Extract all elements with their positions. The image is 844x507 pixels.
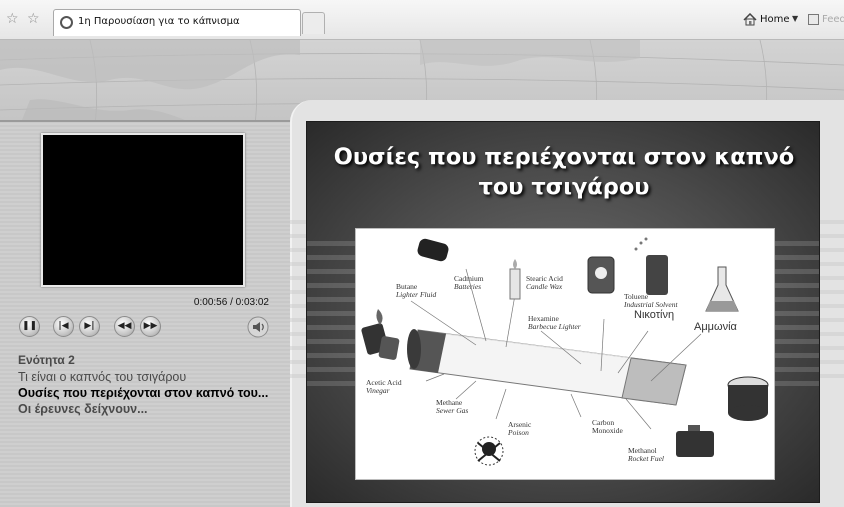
feeds-icon[interactable] [808,14,819,25]
label-ammonia: Αμμωνία [694,321,737,333]
slide-title: Ουσίες που περιέχονται στον καπνό του τσ… [333,144,795,200]
nav-item-what-is-smoke[interactable]: Τι είναι ο καπνός του τσιγάρου [18,370,186,384]
candle-icon [509,259,521,300]
label-toluene: Toluene Industrial Solvent [624,292,678,309]
label-butane: Butane Lighter Fluid [396,282,437,299]
add-favorites-icon[interactable]: ☆ [27,12,40,26]
label-cadmium: Cadmium Batteries [454,274,484,291]
next-button[interactable]: ▶| [79,316,100,337]
browser-window: ☆ ☆ 1η Παρουσίαση για το κάπνισμα Home ▼… [0,0,844,507]
favorites-star-icon[interactable]: ☆ [6,12,19,26]
fuel-can-icon [676,425,714,457]
browser-toolbar: ☆ ☆ 1η Παρουσίαση για το κάπνισμα Home ▼… [0,0,844,40]
fast-forward-button[interactable]: ▶▶ [140,316,161,337]
nav-item-substances[interactable]: Ουσίες που περιέχονται στον καπνό του... [18,386,288,400]
spray-can-icon [634,237,668,295]
new-tab-button[interactable] [302,12,325,34]
flask-icon [705,266,739,312]
solvent-can-icon [587,256,615,294]
label-nicotine: Νικοτίνη [634,309,675,321]
next-icon: ▶| [84,321,95,331]
rewind-button[interactable]: ◀◀ [114,316,135,337]
pause-icon: ❚❚ [21,321,38,331]
fast-forward-icon: ▶▶ [143,321,158,331]
label-methane: Methane Sewer Gas [436,398,469,415]
feeds-label[interactable]: Feed [822,14,844,25]
rewind-icon: ◀◀ [117,321,132,331]
section-heading: Ενότητα 2 [18,353,75,367]
browser-tab[interactable]: 1η Παρουσίαση για το κάπνισμα [53,9,301,36]
presentation-slide: Ουσίες που περιέχονται στον καπνό του τσ… [306,121,820,503]
paint-can-icon [727,376,769,421]
previous-button[interactable]: |◀ [53,316,74,337]
home-button-label[interactable]: Home [760,14,790,25]
label-carbon-monoxide: Carbon Monoxide [592,418,623,435]
cigarette-substances-diagram: Butane Lighter Fluid Cadmium Batteries Ste… [355,228,775,480]
label-stearic-acid: Stearic Acid Candle Wax [526,274,563,291]
battery-icon [417,238,449,262]
label-hexamine: Hexamine Barbecue Lighter [528,314,581,331]
ie-page-icon [60,16,73,29]
poison-skull-icon [474,436,504,466]
label-acetic-acid: Acetic Acid Vinegar [366,378,402,395]
previous-icon: |◀ [58,321,69,331]
volume-icon[interactable] [247,316,269,338]
video-player[interactable] [41,133,245,287]
label-methanol: Methanol Rocket Fuel [628,446,665,463]
nav-item-research[interactable]: Οι έρευνες δείχνουν... [18,402,148,416]
playback-time: 0:00:56 / 0:03:02 [193,297,269,308]
label-arsenic: Arsenic Poison [508,420,532,437]
pause-button[interactable]: ❚❚ [19,316,40,337]
tab-title: 1η Παρουσίαση για το κάπνισμα [78,16,240,27]
home-icon[interactable] [743,13,757,26]
home-dropdown-icon[interactable]: ▼ [792,14,798,23]
lighter-icon [361,309,400,360]
cigarette-illustration [407,329,687,406]
